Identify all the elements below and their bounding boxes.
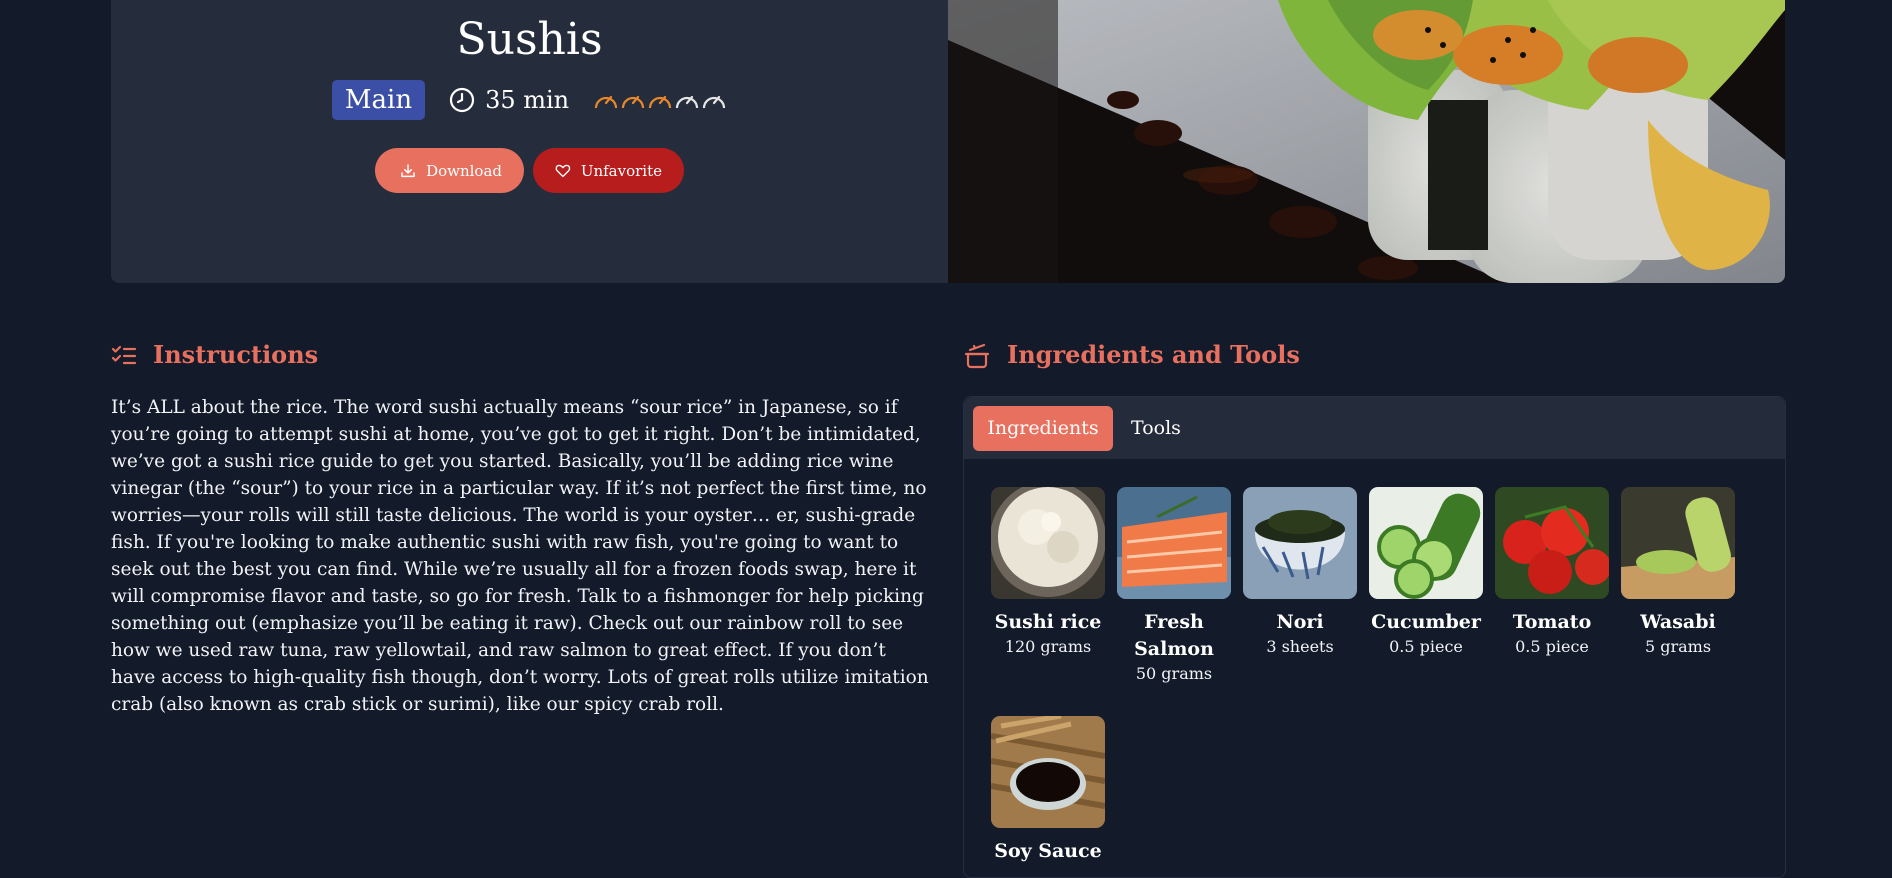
ingredient-quantity: 3 sheets bbox=[1266, 637, 1334, 656]
nori-image bbox=[1243, 487, 1357, 599]
cook-time: 35 min bbox=[449, 86, 569, 114]
ingredient-name: Sushi rice bbox=[994, 611, 1102, 633]
heart-icon bbox=[555, 164, 571, 177]
ingredients-heading: Ingredients and Tools bbox=[963, 340, 1300, 369]
difficulty-gauge-icon bbox=[649, 95, 672, 109]
cooking-pot-icon bbox=[964, 343, 990, 368]
ingredient-name: Cucumber bbox=[1371, 611, 1481, 633]
difficulty-gauge-icon bbox=[676, 95, 699, 109]
wasabi-image bbox=[1621, 487, 1735, 599]
recipe-title: Sushis bbox=[456, 14, 603, 65]
ingredient-name: Soy Sauce bbox=[994, 840, 1102, 862]
checklist-icon bbox=[111, 345, 137, 364]
recipe-photo bbox=[948, 0, 1785, 283]
difficulty-gauge-icon bbox=[622, 95, 645, 109]
ingredient-item[interactable]: Soy Sauce bbox=[991, 716, 1105, 865]
download-icon bbox=[401, 163, 415, 177]
category-badge: Main bbox=[331, 80, 426, 120]
difficulty-rating bbox=[593, 89, 727, 111]
instructions-heading: Instructions bbox=[111, 340, 318, 369]
ingredient-quantity: 0.5 piece bbox=[1389, 637, 1463, 656]
cucumber-image bbox=[1369, 487, 1483, 599]
unfavorite-label: Unfavorite bbox=[580, 161, 662, 180]
clock-icon bbox=[449, 87, 475, 113]
recipe-header: Sushis Main 35 min Download Unfavorite bbox=[111, 0, 948, 283]
tab-ingredients[interactable]: Ingredients bbox=[973, 406, 1113, 451]
unfavorite-button[interactable]: Unfavorite bbox=[533, 148, 684, 193]
difficulty-gauge-icon bbox=[595, 95, 618, 109]
salmon-image bbox=[1117, 487, 1231, 599]
ingredient-item[interactable]: Cucumber 0.5 piece bbox=[1369, 487, 1483, 658]
ingredient-quantity: 0.5 piece bbox=[1515, 637, 1589, 656]
download-button[interactable]: Download bbox=[375, 148, 524, 193]
tomato-image bbox=[1495, 487, 1609, 599]
instructions-title: Instructions bbox=[153, 340, 319, 369]
soy-sauce-image bbox=[991, 716, 1105, 828]
ingredient-item[interactable]: Sushi rice 120 grams bbox=[991, 487, 1105, 658]
ingredient-quantity: 50 grams bbox=[1135, 664, 1213, 683]
tab-tools[interactable]: Tools bbox=[1131, 406, 1181, 451]
ingredient-name: Nori bbox=[1276, 611, 1324, 633]
ingredient-item[interactable]: Wasabi 5 grams bbox=[1621, 487, 1735, 658]
ingredient-name: Fresh Salmon bbox=[1134, 611, 1214, 660]
ingredient-name: Wasabi bbox=[1640, 611, 1716, 633]
ingredient-item[interactable]: Tomato 0.5 piece bbox=[1495, 487, 1609, 658]
download-label: Download bbox=[426, 161, 502, 180]
ingredient-name: Tomato bbox=[1512, 611, 1592, 633]
ingredient-quantity: 120 grams bbox=[1004, 637, 1092, 656]
instructions-body: It’s ALL about the rice. The word sushi … bbox=[111, 397, 929, 715]
recipe-hero: Sushis Main 35 min Download Unfavorite bbox=[111, 0, 1785, 283]
ingredients-title: Ingredients and Tools bbox=[1007, 340, 1300, 369]
ingredient-quantity: 5 grams bbox=[1644, 637, 1712, 656]
ingredients-panel: Ingredients Tools Sushi rice 120 grams F… bbox=[963, 396, 1786, 878]
cook-time-value: 35 min bbox=[485, 86, 570, 114]
recipe-meta: Main 35 min bbox=[111, 80, 948, 120]
ingredient-item[interactable]: Fresh Salmon 50 grams bbox=[1117, 487, 1231, 685]
ingredients-tabs: Ingredients Tools bbox=[964, 397, 1785, 459]
difficulty-gauge-icon bbox=[703, 95, 726, 109]
recipe-actions: Download Unfavorite bbox=[111, 148, 948, 193]
ingredient-item[interactable]: Nori 3 sheets bbox=[1243, 487, 1357, 658]
sushi-rice-image bbox=[991, 487, 1105, 599]
